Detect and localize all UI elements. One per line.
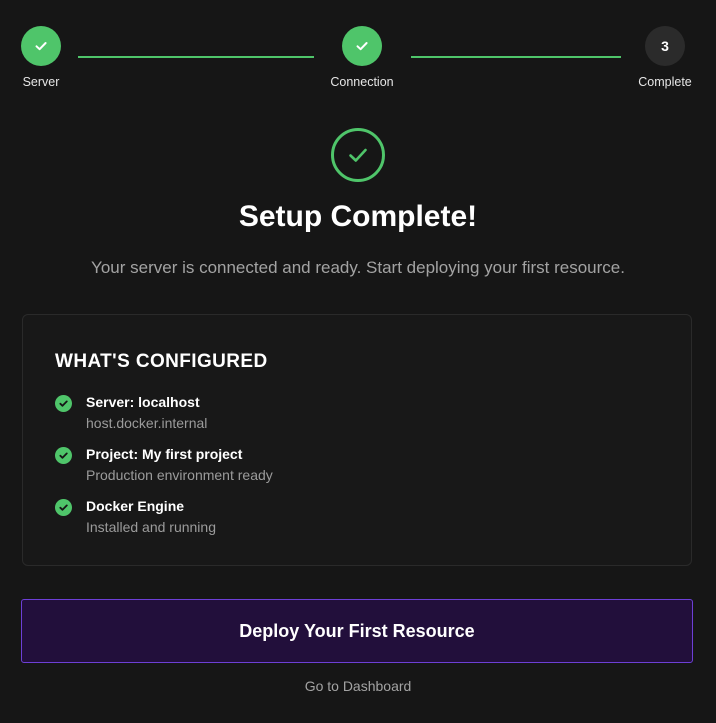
page-subtitle: Your server is connected and ready. Star…	[91, 258, 625, 277]
setup-complete-page: Server Connection 3 Complete Setup Compl…	[0, 0, 716, 723]
step-connection: Connection	[322, 26, 402, 89]
configured-item-title: Project: My first project	[86, 446, 243, 462]
step-complete-number: 3	[645, 26, 685, 66]
step-connection-check-icon	[342, 26, 382, 66]
configured-item-server: Server: localhost host.docker.internal	[55, 394, 207, 431]
configured-item-text: Project: My first project Production env…	[86, 446, 273, 483]
page-title: Setup Complete!	[238, 200, 478, 233]
check-circle-filled-icon	[55, 395, 72, 412]
setup-stepper: Server Connection 3 Complete	[0, 0, 716, 100]
step-connector-2	[411, 56, 621, 58]
step-server-check-icon	[21, 26, 61, 66]
step-complete-label: Complete	[638, 75, 692, 89]
check-circle-icon	[331, 128, 385, 182]
step-complete: 3 Complete	[625, 26, 705, 89]
step-server: Server	[1, 26, 81, 89]
configured-item-text: Server: localhost host.docker.internal	[86, 394, 207, 431]
go-to-dashboard-link[interactable]: Go to Dashboard	[0, 678, 716, 694]
configured-card: WHAT'S CONFIGURED Server: localhost host…	[22, 314, 692, 566]
configured-item-docker: Docker Engine Installed and running	[55, 498, 216, 535]
check-circle-filled-icon	[55, 447, 72, 464]
step-connector-1	[78, 56, 314, 58]
configured-item-title: Server: localhost	[86, 394, 200, 410]
configured-item-detail: Production environment ready	[86, 467, 273, 483]
step-server-label: Server	[22, 75, 60, 89]
configured-item-project: Project: My first project Production env…	[55, 446, 273, 483]
configured-item-title: Docker Engine	[86, 498, 185, 514]
configured-heading: WHAT'S CONFIGURED	[55, 351, 268, 372]
configured-item-text: Docker Engine Installed and running	[86, 498, 216, 535]
deploy-first-resource-button[interactable]: Deploy Your First Resource	[21, 599, 693, 663]
configured-item-detail: host.docker.internal	[86, 415, 208, 431]
check-circle-filled-icon	[55, 499, 72, 516]
step-connection-label: Connection	[330, 75, 394, 89]
configured-item-detail: Installed and running	[86, 519, 216, 535]
